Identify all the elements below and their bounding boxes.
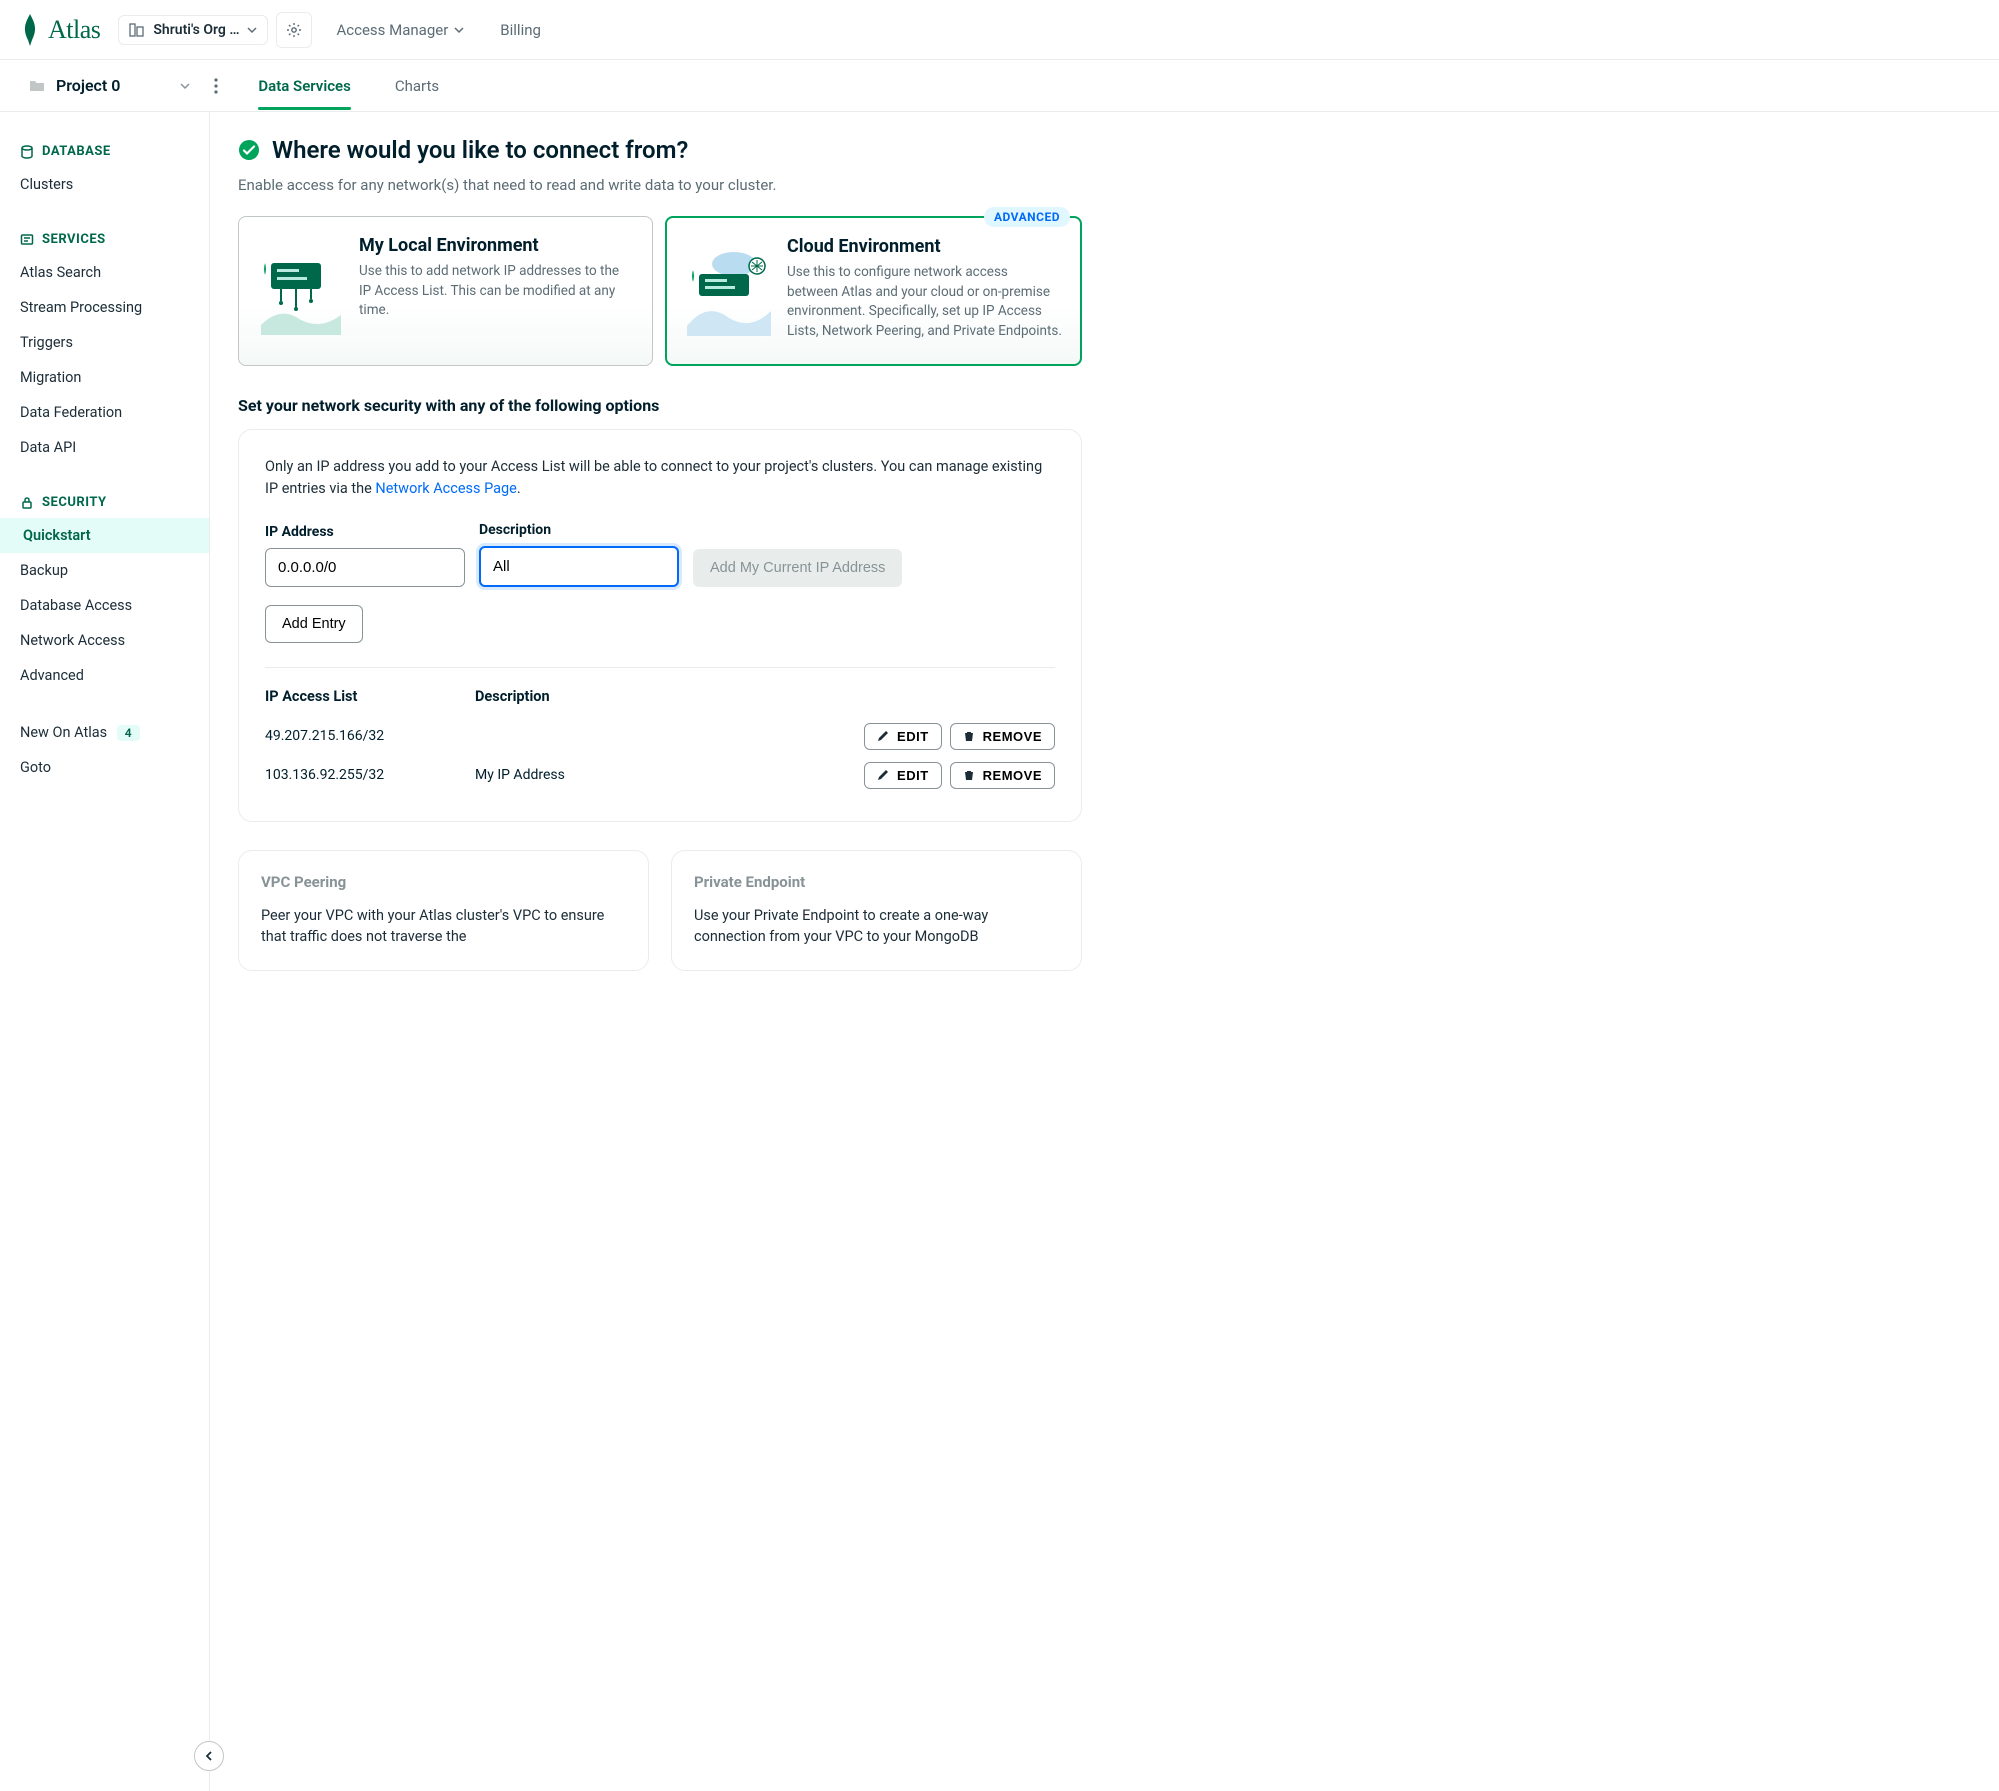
cloud-card-desc: Use this to configure network access bet… — [787, 263, 1062, 341]
trash-icon — [963, 769, 975, 781]
description-label: Description — [479, 522, 679, 538]
tab-charts[interactable]: Charts — [395, 63, 439, 109]
sidebar-item-database-access[interactable]: Database Access — [0, 588, 209, 623]
dots-vertical-icon — [214, 78, 218, 94]
ip-address-label: IP Address — [265, 524, 465, 540]
org-selector[interactable]: Shruti's Org … — [118, 15, 268, 45]
billing-label: Billing — [500, 21, 541, 39]
sidebar-item-stream-processing[interactable]: Stream Processing — [0, 290, 209, 325]
sidebar-item-data-federation[interactable]: Data Federation — [0, 395, 209, 430]
sidebar-header-database: DATABASE — [0, 136, 209, 167]
database-icon — [20, 145, 34, 159]
divider — [265, 667, 1055, 668]
tab-data-services[interactable]: Data Services — [258, 63, 350, 109]
sidebar-item-new-on-atlas[interactable]: New On Atlas 4 — [0, 715, 209, 750]
sidebar-item-clusters[interactable]: Clusters — [0, 167, 209, 202]
sidebar-item-advanced[interactable]: Advanced — [0, 658, 209, 693]
sidebar-item-network-access[interactable]: Network Access — [0, 623, 209, 658]
sidebar-item-goto[interactable]: Goto — [0, 750, 209, 785]
remove-button[interactable]: REMOVE — [950, 762, 1055, 789]
local-card-title: My Local Environment — [359, 235, 634, 256]
sidebar-item-migration[interactable]: Migration — [0, 360, 209, 395]
check-circle-icon — [238, 139, 260, 161]
chevron-down-icon — [247, 25, 257, 35]
new-on-atlas-label: New On Atlas — [20, 724, 107, 741]
settings-button[interactable] — [276, 12, 312, 48]
new-count-badge: 4 — [117, 725, 140, 741]
cloud-environment-card[interactable]: ADVANCED Cloud Environment Use this to c… — [665, 216, 1082, 366]
services-icon — [20, 233, 34, 247]
subbar: Project 0 Data Services Charts — [0, 60, 1999, 112]
project-name: Project 0 — [56, 76, 120, 95]
chevron-down-icon — [180, 81, 190, 91]
sidebar-item-quickstart[interactable]: Quickstart — [0, 518, 209, 553]
edit-button[interactable]: EDIT — [864, 723, 942, 750]
leaf-icon — [20, 12, 40, 48]
org-icon — [129, 22, 145, 38]
remove-button[interactable]: REMOVE — [950, 723, 1055, 750]
pencil-icon — [877, 730, 889, 742]
page-subtitle: Enable access for any network(s) that ne… — [238, 176, 1082, 194]
main-content: Where would you like to connect from? En… — [210, 112, 1110, 1791]
desc-cell: My IP Address — [475, 767, 864, 783]
access-manager-label: Access Manager — [336, 21, 448, 39]
private-endpoint-card[interactable]: Private Endpoint Use your Private Endpoi… — [671, 850, 1082, 972]
cloud-env-illustration-icon — [679, 246, 775, 336]
edit-button[interactable]: EDIT — [864, 762, 942, 789]
sidebar-collapse-button[interactable] — [194, 1741, 224, 1771]
network-access-page-link[interactable]: Network Access Page — [375, 480, 516, 497]
project-selector[interactable]: Project 0 — [28, 76, 190, 95]
ip-list-row: 49.207.215.166/32 EDIT REMOVE — [265, 717, 1055, 756]
ip-cell: 49.207.215.166/32 — [265, 728, 475, 744]
sidebar-header-services: SERVICES — [0, 224, 209, 255]
ip-list-row: 103.136.92.255/32 My IP Address EDIT REM… — [265, 756, 1055, 795]
advanced-badge: ADVANCED — [984, 207, 1070, 227]
sidebar-item-data-api[interactable]: Data API — [0, 430, 209, 465]
description-input[interactable] — [479, 546, 679, 587]
access-manager-nav[interactable]: Access Manager — [336, 21, 464, 39]
local-env-illustration-icon — [251, 245, 347, 335]
sidebar: DATABASE Clusters SERVICES Atlas Search … — [0, 112, 210, 1791]
billing-nav[interactable]: Billing — [500, 21, 541, 39]
ip-address-input[interactable] — [265, 548, 465, 587]
sidebar-item-atlas-search[interactable]: Atlas Search — [0, 255, 209, 290]
list-header-ip: IP Access List — [265, 688, 475, 705]
org-name: Shruti's Org … — [153, 22, 239, 38]
sidebar-item-backup[interactable]: Backup — [0, 553, 209, 588]
page-title: Where would you like to connect from? — [272, 136, 688, 164]
local-card-desc: Use this to add network IP addresses to … — [359, 262, 634, 321]
sidebar-header-security: SECURITY — [0, 487, 209, 518]
pencil-icon — [877, 769, 889, 781]
brand-name: Atlas — [48, 15, 100, 45]
lock-icon — [20, 496, 34, 510]
topbar: Atlas Shruti's Org … Access Manager Bill… — [0, 0, 1999, 60]
local-environment-card[interactable]: My Local Environment Use this to add net… — [238, 216, 653, 366]
chevron-down-icon — [454, 25, 464, 35]
vpc-peering-card[interactable]: VPC Peering Peer your VPC with your Atla… — [238, 850, 649, 972]
ip-cell: 103.136.92.255/32 — [265, 767, 475, 783]
chevron-left-icon — [204, 1751, 214, 1761]
network-security-heading: Set your network security with any of th… — [238, 396, 1082, 415]
project-menu-button[interactable] — [202, 72, 230, 100]
trash-icon — [963, 730, 975, 742]
folder-icon — [28, 77, 46, 95]
list-header-desc: Description — [475, 688, 1055, 705]
panel-intro: Only an IP address you add to your Acces… — [265, 456, 1055, 500]
pe-card-title: Private Endpoint — [694, 873, 1059, 891]
pe-card-desc: Use your Private Endpoint to create a on… — [694, 905, 1059, 949]
cloud-card-title: Cloud Environment — [787, 236, 1062, 257]
gear-icon — [286, 22, 302, 38]
sidebar-item-triggers[interactable]: Triggers — [0, 325, 209, 360]
logo[interactable]: Atlas — [20, 12, 100, 48]
vpc-card-desc: Peer your VPC with your Atlas cluster's … — [261, 905, 626, 949]
add-entry-button[interactable]: Add Entry — [265, 605, 363, 643]
vpc-card-title: VPC Peering — [261, 873, 626, 891]
add-current-ip-button[interactable]: Add My Current IP Address — [693, 549, 902, 587]
ip-access-panel: Only an IP address you add to your Acces… — [238, 429, 1082, 822]
